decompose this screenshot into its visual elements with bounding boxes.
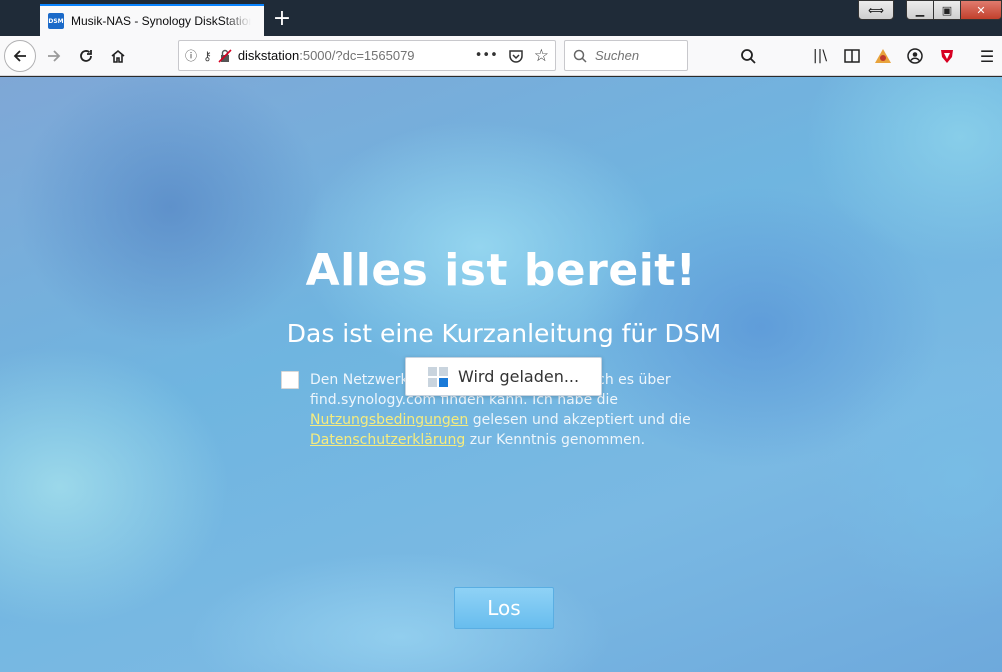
back-arrow-icon <box>13 50 26 62</box>
minimize-icon: ▁ <box>915 3 925 17</box>
go-button[interactable]: Los <box>454 587 554 629</box>
bookmark-star-icon[interactable]: ☆ <box>534 46 549 66</box>
new-tab-button[interactable]: + <box>268 4 296 32</box>
shield-extension-icon <box>941 50 953 63</box>
consent-checkbox[interactable] <box>281 371 299 389</box>
search-button[interactable] <box>738 46 758 66</box>
extension-icon <box>875 49 891 63</box>
shield-extension-button[interactable] <box>937 46 957 66</box>
pocket-icon[interactable] <box>508 48 524 64</box>
tab-active[interactable]: DSM Musik-NAS - Synology DiskStation <box>40 4 264 36</box>
consent-part1: Den Netzwerk <box>310 372 409 388</box>
plus-icon: + <box>272 5 292 31</box>
close-icon: ✕ <box>976 3 986 17</box>
url-rest: :5000/?dc=1565079 <box>299 48 415 63</box>
account-icon <box>907 48 923 64</box>
reader-view-button[interactable] <box>842 46 862 66</box>
search-icon <box>573 49 587 63</box>
page-subheadline: Das ist eine Kurzanleitung für DSM <box>286 319 722 348</box>
info-icon[interactable]: ⓘ <box>185 47 197 64</box>
insecure-lock-icon <box>218 48 232 63</box>
maximize-button[interactable]: ▣ <box>933 0 961 20</box>
library-icon: ||\ <box>812 48 828 64</box>
consent-part3: zur Kenntnis genommen. <box>465 432 646 448</box>
dsm-favicon-icon: DSM <box>48 13 64 29</box>
privacy-link[interactable]: Datenschutzerklärung <box>310 432 465 448</box>
search-field[interactable]: Suchen <box>564 40 688 71</box>
menu-icon: ☰ <box>979 46 995 66</box>
page-actions-icon[interactable]: ••• <box>475 48 498 63</box>
terms-link[interactable]: Nutzungsbedingungen <box>310 412 468 428</box>
url-bar[interactable]: ⓘ ⚷ diskstation:5000/?dc=1565079 ••• ☆ <box>178 40 556 71</box>
search-icon <box>741 49 756 64</box>
url-text: diskstation:5000/?dc=1565079 <box>238 48 450 63</box>
home-icon <box>111 49 125 63</box>
loading-overlay: Wird geladen... <box>405 357 602 396</box>
loading-spinner-icon <box>428 366 448 387</box>
minimize-button[interactable]: ▁ <box>906 0 934 20</box>
menu-button[interactable]: ☰ <box>977 46 997 66</box>
forward-arrow-icon <box>48 50 61 62</box>
library-button[interactable]: ||\ <box>810 46 830 66</box>
extension-button[interactable] <box>873 46 893 66</box>
maximize-icon: ▣ <box>941 3 953 17</box>
reload-button[interactable] <box>72 42 100 70</box>
home-button[interactable] <box>104 42 132 70</box>
page-headline: Alles ist bereit! <box>305 245 697 296</box>
url-host: diskstation <box>237 48 300 63</box>
ext-restore-icon: ⟺ <box>868 3 884 17</box>
ext-restore-button[interactable]: ⟺ <box>858 0 894 20</box>
title-bar: DSM Musik-NAS - Synology DiskStation + ⟺… <box>0 0 1002 36</box>
back-button[interactable] <box>4 40 36 72</box>
loading-text: Wird geladen... <box>458 367 580 386</box>
navigation-bar: ⓘ ⚷ diskstation:5000/?dc=1565079 ••• ☆ S… <box>0 36 1002 76</box>
key-icon: ⚷ <box>203 48 212 63</box>
reader-view-icon <box>844 49 860 63</box>
tab-title: Musik-NAS - Synology DiskStation <box>71 14 251 28</box>
page-content: Alles ist bereit! Das ist eine Kurzanlei… <box>0 77 1002 672</box>
reload-icon <box>80 50 92 62</box>
forward-button[interactable] <box>40 42 68 70</box>
consent-part2: gelesen und akzeptiert und die <box>468 412 691 428</box>
close-window-button[interactable]: ✕ <box>960 0 1002 20</box>
account-button[interactable] <box>905 46 925 66</box>
search-placeholder: Suchen <box>595 48 640 63</box>
